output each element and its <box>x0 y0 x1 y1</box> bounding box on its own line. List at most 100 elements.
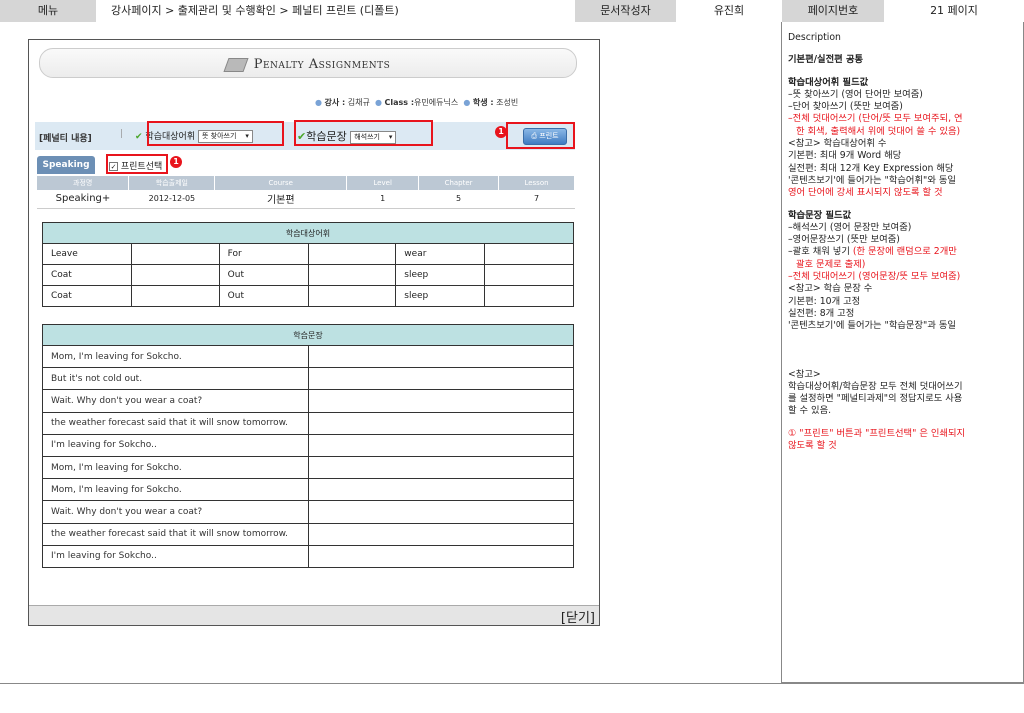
teacher-label: 강사 : <box>324 98 346 107</box>
sentence-cell: Wait. Why don't you wear a coat? <box>42 389 309 413</box>
desc-line: ① "프린트" 버튼과 "프린트선택" 은 인쇄되지 <box>788 427 966 439</box>
vocab-cell: Coat <box>42 264 132 286</box>
common-heading: 기본편/실전편 공통 <box>788 54 864 66</box>
sentence-cell: I'm leaving for Sokcho.. <box>42 544 309 568</box>
info-line: ● 강사 : 김채규 ● Class :유민에듀닉스 ● 학생 : 조성빈 <box>315 97 518 108</box>
sentence-cell: Mom, I'm leaving for Sokcho. <box>42 478 309 502</box>
desc-line: 영어 단어에 강세 표시되지 않도록 할 것 <box>788 187 943 199</box>
sentence-table: 학습문장 Mom, I'm leaving for Sokcho. But it… <box>42 324 574 568</box>
writer-name: 유진희 <box>677 0 782 22</box>
desc-line: 학습대상어휘/학습문장 모두 전체 덧대어쓰기 <box>788 380 963 392</box>
answer-cell <box>308 455 574 480</box>
highlight-sentence <box>294 120 433 146</box>
class-label: Class : <box>384 98 415 107</box>
meta-header: Chapter <box>418 176 500 190</box>
sentence-cell: the weather forecast said that it will s… <box>42 522 309 546</box>
vocab-cell: Out <box>218 285 309 307</box>
answer-cell <box>308 389 574 413</box>
table-row: the weather forecast said that it will s… <box>42 522 574 546</box>
meta-cell: 1 <box>346 190 419 209</box>
meta-header: Level <box>346 176 420 190</box>
sentence-cell: the weather forecast said that it will s… <box>42 411 309 435</box>
table-row: Mom, I'm leaving for Sokcho. <box>42 455 574 480</box>
desc-line: 않도록 할 것 <box>788 440 837 452</box>
penalty-assignment-window: Penalty Assignments ● 강사 : 김채규 ● Class :… <box>28 39 600 626</box>
meta-header: Course <box>214 176 348 190</box>
desc-line: <참고> <box>788 368 821 380</box>
sentence-heading: 학습문장 필드값 <box>788 209 852 221</box>
desc-line: '콘텐츠보기'에 들어가는 "학습문장"과 동일 <box>788 320 956 332</box>
table-row: the weather forecast said that it will s… <box>42 411 574 435</box>
desc-line: –전체 덧대어쓰기 (단어/뜻 모두 보여주되, 연 <box>788 113 963 125</box>
meta-cell: 2012-12-05 <box>128 190 215 209</box>
title-banner: Penalty Assignments <box>39 48 577 78</box>
sentence-cell: Mom, I'm leaving for Sokcho. <box>42 455 309 480</box>
printer-icon: ⎙ <box>531 132 538 140</box>
desc-line: –영어문장쓰기 (뜻만 보여줌) <box>788 234 900 246</box>
desc-line: 를 설정하면 "페널티과제"의 정답지로도 사용 <box>788 393 963 405</box>
answer-cell <box>308 500 574 524</box>
desc-line: –뜻 찾아쓰기 (영어 단어만 보여줌) <box>788 88 923 100</box>
desc-line: 한 회색, 출력해서 위에 덧대어 쓸 수 있음) <box>796 125 961 137</box>
sentence-cell: I'm leaving for Sokcho.. <box>42 433 309 457</box>
answer-cell <box>308 522 574 546</box>
bullet-icon: ● <box>315 98 322 107</box>
menu-label: 메뉴 <box>0 0 97 22</box>
penalty-label: [페널티 내용] <box>39 134 92 144</box>
meta-cell: Speaking+ <box>37 190 129 209</box>
desc-line: (한 문장에 랜덤으로 2개만 <box>852 246 957 258</box>
check-icon: ✔ <box>135 132 143 142</box>
table-row: But it's not cold out. <box>42 367 574 391</box>
annotation-badge: 1 <box>170 156 182 168</box>
page-number: 21 페이지 <box>885 0 1024 22</box>
desc-line: 할 수 있음. <box>788 405 832 417</box>
table-row: Wait. Why don't you wear a coat? <box>42 500 574 524</box>
desc-line: 기본편: 최대 9개 Word 해당 <box>788 150 902 162</box>
desc-line: –전체 덧대어쓰기 (영어문장/뜻 모두 보여줌) <box>788 271 961 283</box>
teacher-name: 김채규 <box>347 98 370 107</box>
vocab-cell <box>130 243 220 265</box>
sentence-cell: Wait. Why don't you wear a coat? <box>42 500 309 524</box>
table-row: Mom, I'm leaving for Sokcho. <box>42 344 574 369</box>
sentence-cell: Mom, I'm leaving for Sokcho. <box>42 344 309 369</box>
page-number-label: 페이지번호 <box>782 0 885 22</box>
vocab-cell <box>484 264 574 286</box>
desc-line: <참고> 학습 문장 수 <box>788 283 873 295</box>
vocab-cell: sleep <box>395 285 486 307</box>
print-button[interactable]: ⎙ 프린트 <box>523 128 567 145</box>
meta-header: 학습출제일 <box>128 176 216 190</box>
vocab-cell <box>307 264 397 286</box>
meta-cell: 기본편 <box>214 190 347 209</box>
answer-cell <box>308 478 574 502</box>
doc-header: 메뉴 강사페이지 > 출제관리 및 수행확인 > 페널티 프린트 (디폴트) 문… <box>0 0 1024 22</box>
answer-cell <box>308 433 574 457</box>
vocab-table: 학습대상어휘 Leave For wear Coat Out sleep Coa… <box>42 222 574 307</box>
vocab-cell: Leave <box>42 243 132 265</box>
vocab-cell: wear <box>395 243 486 265</box>
table-row: Leave For wear <box>42 243 574 265</box>
desc-line: 괄호 문제로 출제) <box>796 258 866 270</box>
description-heading: Description <box>788 32 841 43</box>
meta-cell: 7 <box>498 190 575 209</box>
desc-line: –해석쓰기 (영어 문장만 보여줌) <box>788 221 912 233</box>
vocab-cell: Out <box>218 264 309 286</box>
meta-cell: 5 <box>418 190 499 209</box>
tab-speaking[interactable]: Speaking <box>37 156 95 174</box>
highlight-print-select <box>106 154 168 174</box>
answer-cell <box>308 411 574 435</box>
page-title: Penalty Assignments <box>253 57 391 72</box>
table-row: Wait. Why don't you wear a coat? <box>42 389 574 413</box>
desc-line: '콘텐츠보기'에 들어가는 "학습어휘"와 동일 <box>788 174 956 186</box>
vocab-cell <box>307 285 397 307</box>
page-bottom-rule <box>0 683 1024 684</box>
answer-cell <box>308 367 574 391</box>
desc-line: 실전편: 8개 고정 <box>788 307 855 319</box>
class-name: 유민에듀닉스 <box>414 98 459 107</box>
sentence-cell: But it's not cold out. <box>42 367 309 391</box>
answer-cell <box>308 544 574 568</box>
window-footer: [닫기] <box>29 605 599 626</box>
vocab-cell <box>130 285 220 307</box>
close-button[interactable]: [닫기] <box>561 607 595 626</box>
meta-header: Lesson <box>498 176 575 190</box>
vocab-cell: sleep <box>395 264 486 286</box>
